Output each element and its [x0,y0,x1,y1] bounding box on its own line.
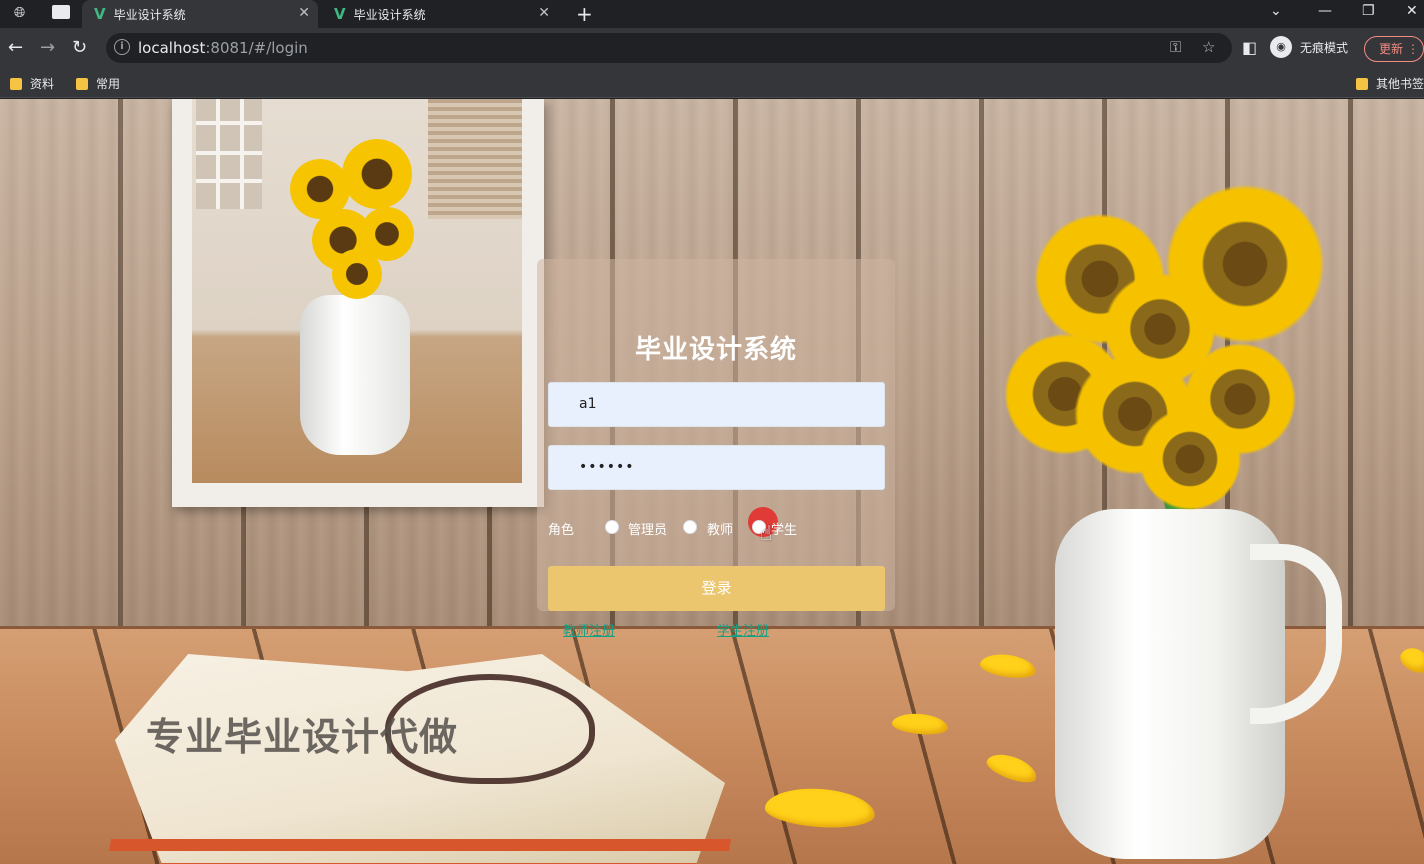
watermark-text: 专业毕业设计代做 [146,715,459,759]
bookmark-folder-changyong[interactable]: 常用 [76,75,120,92]
minimize-icon[interactable]: — [1318,3,1332,19]
vue-logo-icon: V [334,5,346,23]
password-input[interactable]: •••••• [548,445,885,490]
tab-title: 毕业设计系统 [113,7,186,22]
radio-label-teacher[interactable]: 教师 [707,519,733,538]
bookmark-label: 资料 [30,77,55,91]
sunflower-image [1135,404,1245,514]
close-icon[interactable]: ✕ [298,5,310,21]
login-card: 毕业设计系统 a1 •••••• 角色 管理员 教师 ☝ 学生 登录 [537,259,895,611]
sidebar-icon[interactable]: ◧ [1242,36,1257,60]
incognito-indicator[interactable]: ◉ 无痕模式 [1270,36,1348,58]
bookmarks-bar: 资料 常用 其他书签 [0,68,1424,98]
login-page-background: 专业毕业设计代做 毕业设计系统 a1 •••••• 角色 管理员 教师 ☝ 学生… [0,99,1424,864]
role-label: 角色 [548,523,575,538]
forward-icon[interactable]: → [40,36,55,60]
painting-canvas [192,99,522,483]
painted-sunflower [342,139,412,209]
login-button[interactable]: 登录 [548,566,885,611]
vue-logo-icon: V [94,5,106,23]
tab-search-icon[interactable] [52,5,70,19]
reload-icon[interactable]: ↻ [72,36,87,60]
painted-sunflower [332,249,382,299]
tab-login-second[interactable]: V 毕业设计系统 ✕ [322,0,558,28]
folder-icon [76,77,88,90]
incognito-label: 无痕模式 [1300,40,1349,55]
star-icon[interactable]: ☆ [1202,38,1215,56]
student-register-link[interactable]: 学生注册 [717,620,769,639]
role-selector: 角色 管理员 教师 ☝ 学生 [548,507,885,545]
new-tab-button[interactable]: + [576,2,593,26]
radio-label-admin[interactable]: 管理员 [628,519,667,538]
radio-teacher[interactable] [683,520,697,534]
bookmark-folder-other[interactable]: 其他书签 [1356,75,1424,92]
tab-login-active[interactable]: V 毕业设计系统 ✕ [82,0,318,28]
bookmark-label: 其他书签 [1376,77,1424,91]
radio-label-student[interactable]: 学生 [771,519,797,538]
tab-list-chevron-icon[interactable]: ⌄ [1270,3,1282,19]
login-title: 毕业设计系统 [634,335,797,365]
kebab-menu-icon[interactable]: ⋮ [1407,37,1419,61]
radio-admin[interactable] [605,520,619,534]
tab-strip: 🌐︎ V 毕业设计系统 ✕ V 毕业设计系统 ✕ + ⌄ — ❐ ✕ [0,0,1424,28]
bookmark-folder-ziliao[interactable]: 资料 [10,75,54,92]
incognito-icon: ◉ [1270,36,1292,58]
browser-toolbar: ← → ↻ i localhost:8081/#/login ⚿ ☆ ◧ ◉ 无… [0,28,1424,68]
globe-icon[interactable]: 🌐︎ [14,5,25,21]
painted-jug [300,295,410,455]
framed-painting [172,99,544,507]
teacher-register-link[interactable]: 教师注册 [563,620,615,639]
url-text[interactable]: localhost:8081/#/login [138,39,308,57]
folder-icon [10,77,22,90]
bookmark-label: 常用 [96,77,121,91]
address-bar[interactable]: i localhost:8081/#/login ⚿ ☆ [106,33,1232,63]
update-button[interactable]: 更新 ⋮ [1364,36,1424,62]
painted-blind [428,99,522,219]
window-close-icon[interactable]: ✕ [1406,3,1418,19]
tab-title: 毕业设计系统 [353,7,426,22]
painted-window [196,99,262,209]
update-label: 更新 [1379,42,1404,56]
back-icon[interactable]: ← [8,36,23,60]
site-info-icon[interactable]: i [114,39,130,55]
username-input[interactable]: a1 [548,382,885,427]
restore-icon[interactable]: ❐ [1362,3,1375,19]
book-cover-edge [108,839,732,851]
key-icon[interactable]: ⚿ [1170,38,1181,56]
close-icon[interactable]: ✕ [538,5,550,21]
folder-icon [1356,77,1368,90]
